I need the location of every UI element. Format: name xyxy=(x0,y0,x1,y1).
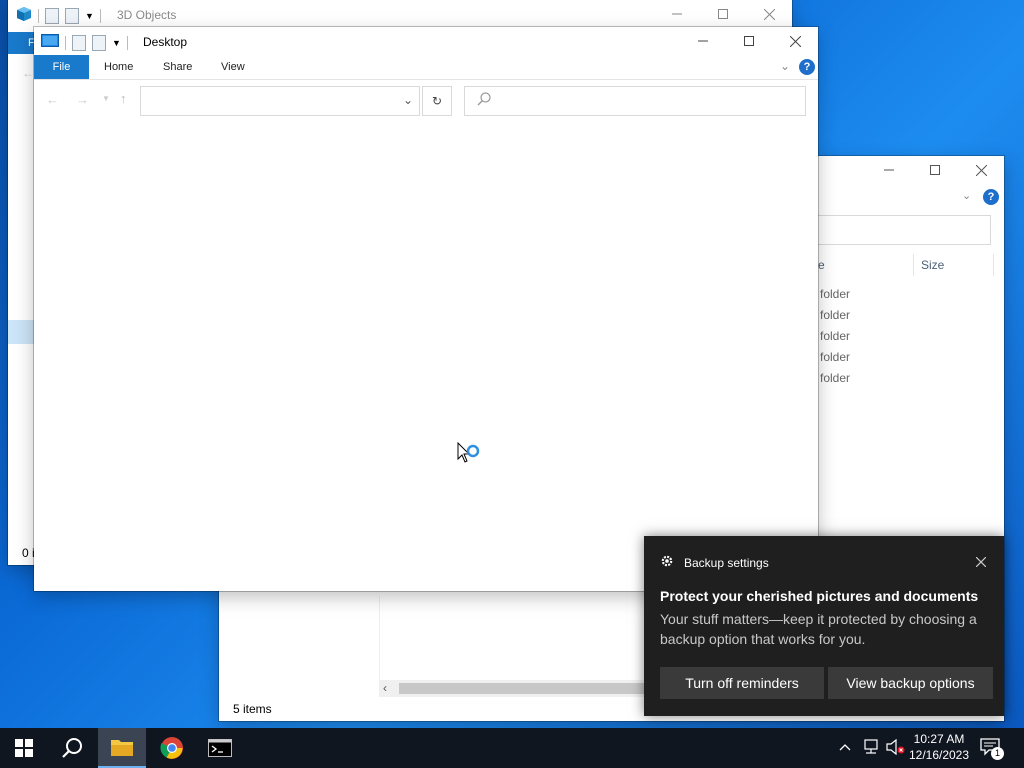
new-folder-icon[interactable] xyxy=(92,34,106,51)
new-folder-icon[interactable] xyxy=(65,7,79,24)
taskbar: 10:27 AM 12/16/2023 1 xyxy=(0,728,1024,768)
up-arrow-icon[interactable]: ↑ xyxy=(120,91,127,106)
column-header-name[interactable]: e xyxy=(818,258,825,272)
search-input[interactable] xyxy=(464,86,806,116)
navigation-bar: ← → ▼ ↑ ⌄ ↻ xyxy=(34,80,818,120)
close-button[interactable] xyxy=(772,27,818,55)
recent-locations-icon[interactable]: ▼ xyxy=(102,94,110,103)
separator xyxy=(126,35,128,50)
column-divider xyxy=(993,254,994,276)
list-item[interactable]: folder xyxy=(820,287,850,308)
column-header-size[interactable]: Size xyxy=(921,258,944,272)
forward-arrow-icon[interactable]: → xyxy=(76,92,89,107)
file-list: folder folder folder folder folder xyxy=(820,287,850,392)
help-icon[interactable]: ? xyxy=(799,59,815,75)
properties-icon[interactable] xyxy=(72,34,86,51)
busy-cursor-icon xyxy=(457,441,483,473)
notification-heading: Protect your cherished pictures and docu… xyxy=(660,588,979,604)
horizontal-scrollbar[interactable]: ‹ xyxy=(379,680,649,697)
minimize-button[interactable] xyxy=(866,156,912,184)
address-bar[interactable]: ⌄ xyxy=(140,86,420,116)
address-dropdown-icon[interactable]: ⌄ xyxy=(403,93,413,107)
close-button[interactable] xyxy=(958,156,1004,184)
tab-home[interactable]: Home xyxy=(104,55,133,79)
list-item[interactable]: folder xyxy=(820,350,850,371)
maximize-button[interactable] xyxy=(700,0,746,28)
window-controls xyxy=(866,156,1004,184)
close-icon[interactable] xyxy=(975,556,987,570)
separator xyxy=(38,8,39,23)
action-center-button[interactable]: 1 xyxy=(980,738,1006,760)
notification-count-badge: 1 xyxy=(991,747,1004,760)
chrome-taskbar-button[interactable] xyxy=(148,728,196,768)
notification-app-name: Backup settings xyxy=(684,556,769,570)
tab-view[interactable]: View xyxy=(221,55,245,79)
search-box[interactable] xyxy=(809,215,991,245)
cube-icon xyxy=(16,6,32,25)
sidebar-divider xyxy=(379,596,380,686)
tab-share[interactable]: Share xyxy=(163,55,192,79)
window-title: 3D Objects xyxy=(117,8,177,22)
content-area[interactable] xyxy=(34,121,818,591)
ribbon-expand-icon[interactable]: ⌄ xyxy=(962,189,971,202)
back-arrow-icon[interactable]: ← xyxy=(22,66,34,80)
terminal-taskbar-button[interactable] xyxy=(196,728,244,768)
window-controls xyxy=(654,0,792,28)
separator xyxy=(99,8,101,23)
quick-access-toolbar: ▼ xyxy=(16,6,101,25)
refresh-icon: ↻ xyxy=(431,94,443,108)
ribbon-tabs: File Home Share View ⌄ ? xyxy=(34,55,818,80)
chevron-down-icon[interactable]: ▼ xyxy=(85,11,94,21)
maximize-button[interactable] xyxy=(726,27,772,55)
window-controls xyxy=(680,27,818,55)
titlebar-3d-objects: ▼ 3D Objects xyxy=(8,0,792,28)
status-bar-text: 0 i xyxy=(22,546,35,560)
list-item[interactable]: folder xyxy=(820,308,850,329)
network-icon[interactable] xyxy=(862,739,880,758)
search-icon xyxy=(477,92,491,109)
clock[interactable]: 10:27 AM 12/16/2023 xyxy=(906,731,972,763)
sidebar-item-selected[interactable] xyxy=(8,320,36,344)
file-explorer-taskbar-button[interactable] xyxy=(98,728,146,768)
notification-body: Your stuff matters—keep it protected by … xyxy=(660,611,977,647)
column-divider xyxy=(913,254,914,276)
list-item[interactable]: folder xyxy=(820,371,850,392)
quick-access-toolbar: ▼ xyxy=(41,34,128,51)
search-button[interactable] xyxy=(48,728,96,768)
start-button[interactable] xyxy=(0,728,48,768)
window-desktop: ▼ Desktop File Home Share View ⌄ ? ← → ▼… xyxy=(34,27,818,591)
chevron-down-icon[interactable]: ▼ xyxy=(112,38,121,48)
clock-time: 10:27 AM xyxy=(913,732,965,746)
minimize-button[interactable] xyxy=(654,0,700,28)
properties-icon[interactable] xyxy=(45,7,59,24)
minimize-button[interactable] xyxy=(680,27,726,55)
maximize-button[interactable] xyxy=(912,156,958,184)
turn-off-reminders-button[interactable]: Turn off reminders xyxy=(660,667,824,699)
view-backup-options-button[interactable]: View backup options xyxy=(828,667,993,699)
window-title: Desktop xyxy=(143,35,188,49)
gear-icon xyxy=(660,554,676,570)
back-arrow-icon[interactable]: ← xyxy=(46,92,59,107)
help-icon[interactable]: ? xyxy=(983,189,999,205)
scrollbar-thumb[interactable] xyxy=(399,683,644,694)
tab-file[interactable]: File xyxy=(34,55,89,79)
volume-muted-icon[interactable] xyxy=(886,738,906,758)
desktop-icon xyxy=(41,34,59,51)
refresh-button[interactable]: ↻ xyxy=(422,86,452,116)
ribbon-expand-icon[interactable]: ⌄ xyxy=(780,59,790,73)
close-button[interactable] xyxy=(746,0,792,28)
titlebar-desktop: ▼ Desktop xyxy=(34,27,818,55)
chevron-up-icon[interactable] xyxy=(839,740,851,754)
list-item[interactable]: folder xyxy=(820,329,850,350)
status-bar-text: 5 items xyxy=(233,702,272,716)
separator xyxy=(65,35,66,50)
scroll-left-icon[interactable]: ‹ xyxy=(383,681,387,695)
backup-notification[interactable]: Backup settings Protect your cherished p… xyxy=(644,536,1004,716)
clock-date: 12/16/2023 xyxy=(908,748,970,762)
